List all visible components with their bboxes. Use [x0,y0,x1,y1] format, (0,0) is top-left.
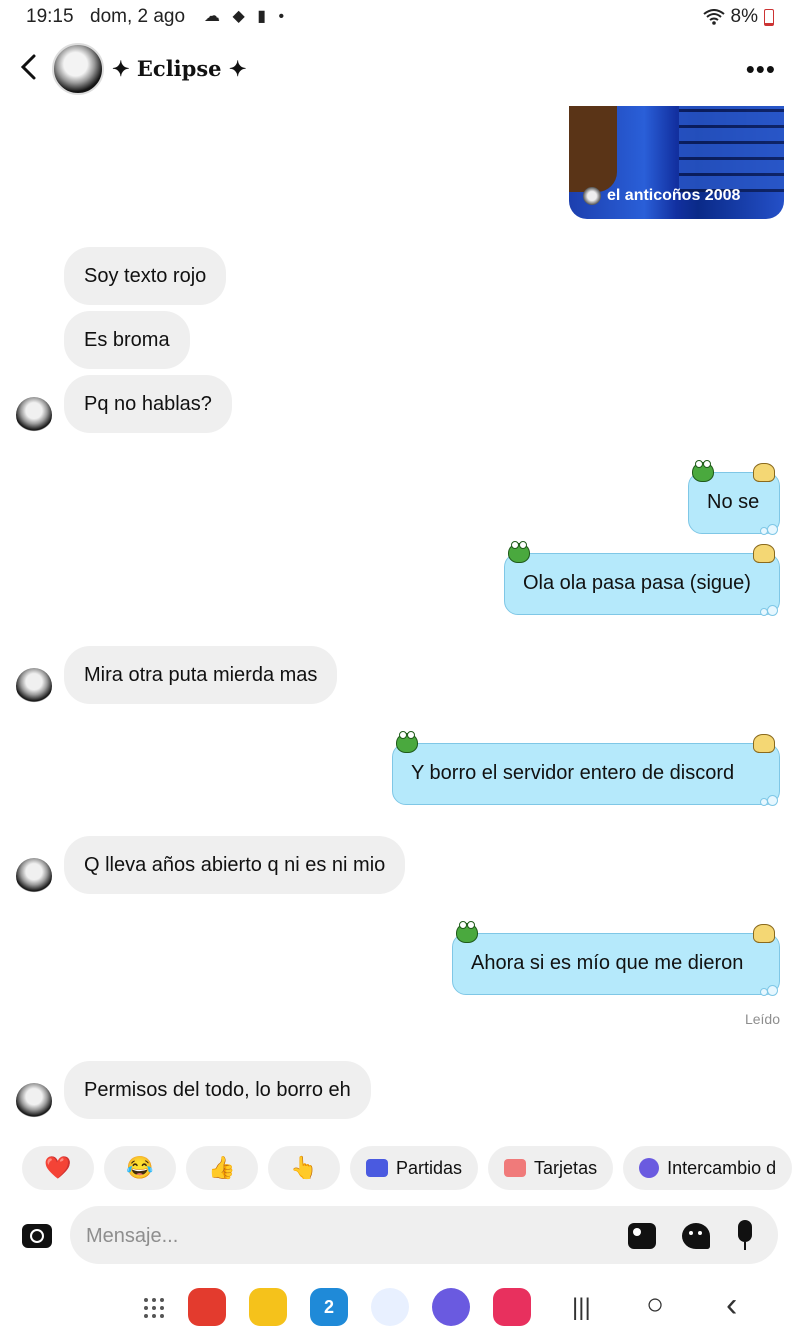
seen-receipt: Leído [744,1011,780,1027]
frog-sticker-icon [456,921,478,943]
quick-reply-bar: ❤️ 😂 👍 👆 Partidas Tarjetas Intercambio d [22,1146,793,1190]
frog-sticker-icon [692,460,714,482]
exchange-chip[interactable]: Intercambio d [623,1146,793,1190]
pudding-sticker-icon [753,924,775,943]
bubble-drops-icon [760,795,778,806]
home-button[interactable]: ○ [646,1288,664,1322]
sticker-icon[interactable] [682,1223,710,1249]
gamepad-icon [366,1159,388,1177]
system-nav-bar: 2 ||| ○ ‹ [0,1286,800,1332]
sender-avatar[interactable] [16,668,52,704]
cards-chip[interactable]: Tarjetas [488,1146,614,1190]
message-composer [0,1204,800,1268]
incoming-message[interactable]: Es broma [64,311,190,369]
contact-avatar[interactable] [52,43,104,95]
battery-level: 8% [730,6,758,27]
bubble-drops-icon [760,605,778,616]
exchange-icon [639,1158,660,1178]
games-chip-label: Partidas [396,1157,463,1178]
gallery-icon[interactable] [628,1223,656,1249]
media-caption: el anticoños 2008 [583,187,740,205]
sender-avatar[interactable] [16,397,52,433]
incoming-message[interactable]: Permisos del todo, lo borro eh [64,1061,371,1119]
heart-reaction-button[interactable]: ❤️ [22,1146,94,1190]
incoming-message[interactable]: Pq no hablas? [64,375,232,433]
laugh-reaction-button[interactable]: 😂 [104,1146,176,1190]
sender-avatar[interactable] [16,1083,52,1119]
media-author-avatar [583,187,601,205]
sender-avatar[interactable] [16,858,52,894]
outgoing-message[interactable]: Y borro el servidor entero de discord [392,743,780,805]
screen-recorder-app-icon[interactable] [493,1288,531,1326]
outgoing-message[interactable]: Ola ola pasa pasa (sigue) [504,553,780,615]
bubble-drops-icon [760,985,778,996]
card-icon [504,1159,527,1177]
pudding-sticker-icon [753,544,775,563]
message-input[interactable] [84,1206,608,1266]
calendar-app-icon[interactable]: 2 [310,1288,348,1326]
wifi-icon [702,9,725,25]
media-thumbnail-left [569,106,617,192]
thumbs-up-reaction-button[interactable]: 👍 [186,1146,258,1190]
files-app-icon[interactable] [249,1288,287,1326]
message-field-container [70,1206,778,1266]
games-chip[interactable]: Partidas [350,1146,479,1190]
shared-media-card[interactable]: el anticoños 2008 [569,106,784,219]
notification-icons: ☁ ◆ ▮ • [204,8,289,25]
status-date: dom, 2 ago [90,6,186,27]
status-right: 8% [702,6,774,28]
app-drawer-icon[interactable] [142,1296,166,1320]
media-thumbnail-right [679,106,784,192]
camera-icon[interactable] [22,1224,52,1248]
chat-header: ✦ Eclipse ✦ ••• [0,40,800,102]
frog-sticker-icon [508,541,530,563]
internet-app-icon[interactable] [432,1288,470,1326]
recents-button[interactable]: ||| [572,1294,591,1322]
outgoing-message[interactable]: Ahora si es mío que me dieron [452,933,780,995]
media-caption-text: el anticoños 2008 [607,187,741,204]
pudding-sticker-icon [753,734,775,753]
back-button[interactable]: ‹ [726,1286,737,1325]
status-time: 19:15 [26,6,74,27]
status-bar: 19:15 dom, 2 ago ☁ ◆ ▮ • 8% [0,0,800,34]
battery-icon [764,8,774,26]
flipboard-app-icon[interactable] [188,1288,226,1326]
exchange-chip-label: Intercambio d [667,1157,777,1178]
back-arrow-icon[interactable] [18,52,40,82]
cards-chip-label: Tarjetas [534,1157,598,1178]
point-up-reaction-button[interactable]: 👆 [268,1146,340,1190]
bubble-drops-icon [760,524,778,535]
pudding-sticker-icon [753,463,775,482]
messages-app-icon[interactable] [371,1288,409,1326]
more-options-icon[interactable]: ••• [746,54,776,85]
frog-sticker-icon [396,731,418,753]
incoming-message[interactable]: Mira otra puta mierda mas [64,646,338,704]
contact-name[interactable]: ✦ Eclipse ✦ [112,56,246,81]
incoming-message[interactable]: Soy texto rojo [64,247,227,305]
microphone-icon[interactable] [738,1220,752,1250]
incoming-message[interactable]: Q lleva años abierto q ni es ni mio [64,836,406,894]
